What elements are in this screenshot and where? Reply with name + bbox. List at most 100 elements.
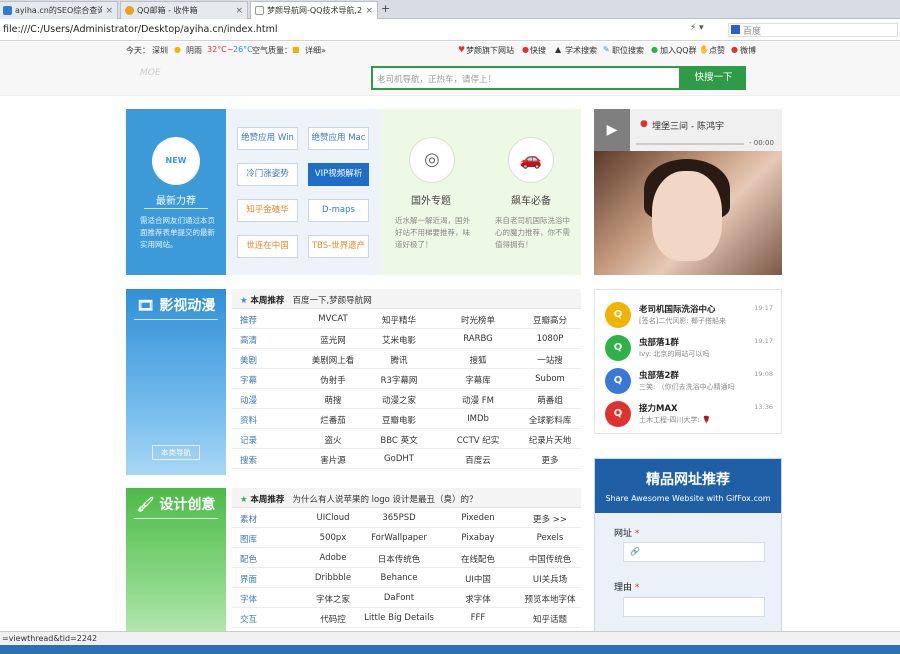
- city[interactable]: 深圳: [152, 45, 168, 56]
- design-link[interactable]: Dribbble: [304, 573, 362, 583]
- design-category[interactable]: 界面: [240, 573, 257, 585]
- design-link[interactable]: FFF: [448, 613, 508, 623]
- movie-link[interactable]: MVCAT: [304, 314, 362, 324]
- design-link[interactable]: Pixabay: [448, 533, 508, 543]
- btn-trivia[interactable]: 冷门涨姿势: [237, 163, 298, 186]
- btn-world-china[interactable]: 世连在中国: [237, 235, 298, 258]
- design-link[interactable]: 365PSD: [364, 513, 434, 523]
- movie-link[interactable]: IMDb: [448, 414, 508, 424]
- site-logo[interactable]: MOE: [140, 68, 196, 92]
- link-qqgroup[interactable]: 加入QQ群: [660, 45, 697, 56]
- btn-win-apps[interactable]: 绝赞应用 Win: [237, 127, 298, 150]
- movie-link[interactable]: 更多: [522, 454, 578, 466]
- tab-mengyan[interactable]: 梦颜导航网-QQ技术导航,2 ×: [250, 1, 378, 19]
- close-icon[interactable]: ×: [235, 6, 243, 16]
- btn-tbs-heritage[interactable]: TBS-世界遗产: [308, 235, 369, 258]
- movie-link[interactable]: 一站搜: [522, 354, 578, 366]
- design-link[interactable]: 500px: [304, 533, 362, 543]
- design-category[interactable]: 交互: [240, 613, 257, 625]
- movie-link[interactable]: 艾米电影: [364, 334, 434, 346]
- design-link[interactable]: UI中国: [448, 573, 508, 585]
- car-title[interactable]: 飙车必备: [481, 192, 581, 207]
- browser-search-input[interactable]: 百度: [728, 23, 898, 37]
- movie-link[interactable]: CCTV 纪实: [448, 434, 508, 446]
- design-link[interactable]: 更多 >>: [522, 513, 578, 525]
- design-link[interactable]: 知乎话题: [522, 613, 578, 625]
- movie-category[interactable]: 资料: [240, 414, 257, 426]
- movie-link[interactable]: 盗火: [304, 434, 362, 446]
- design-link[interactable]: UICloud: [304, 513, 362, 523]
- link-like[interactable]: 点赞: [709, 45, 725, 56]
- movie-link[interactable]: 字幕库: [448, 374, 508, 386]
- movie-link[interactable]: 美剧网上看: [304, 354, 362, 366]
- globe-icon[interactable]: ◎: [409, 137, 455, 183]
- design-category[interactable]: 素材: [240, 513, 257, 525]
- design-link[interactable]: 代码控: [304, 613, 362, 625]
- movie-link[interactable]: GoDHT: [364, 454, 434, 464]
- air-detail-link[interactable]: 详细»: [305, 45, 326, 56]
- btn-zhihu[interactable]: 知乎金碴华: [237, 199, 298, 222]
- movie-link[interactable]: RARBG: [448, 334, 508, 344]
- movie-nav-link[interactable]: 本类导航: [152, 445, 200, 460]
- movie-link[interactable]: 腾讯: [364, 354, 434, 366]
- design-link[interactable]: 中国传统色: [522, 553, 578, 565]
- movie-link[interactable]: 萌搜: [304, 394, 362, 406]
- design-link[interactable]: 预览本地字体: [522, 593, 578, 605]
- movie-category[interactable]: 美剧: [240, 354, 257, 366]
- weekly-link[interactable]: 百度一下,梦颜导航网: [292, 296, 371, 306]
- movie-link[interactable]: 萌番组: [522, 394, 578, 406]
- design-link[interactable]: 在线配色: [448, 553, 508, 565]
- movie-category[interactable]: 字幕: [240, 374, 257, 386]
- play-icon[interactable]: ▶: [594, 109, 630, 151]
- chat-item[interactable]: Q 接力MAX 土木工程-四川大学: 🌹 13:36: [605, 399, 773, 429]
- movie-category[interactable]: 记录: [240, 434, 257, 446]
- movie-link[interactable]: 动漫 FM: [448, 394, 508, 406]
- design-link[interactable]: Pexels: [522, 533, 578, 543]
- design-link[interactable]: Little Big Details: [364, 613, 434, 623]
- movie-link[interactable]: 纪录片天地: [522, 434, 578, 446]
- movie-link[interactable]: 害片源: [304, 454, 362, 466]
- movie-link[interactable]: 豆瓣电影: [364, 414, 434, 426]
- movie-category[interactable]: 动漫: [240, 394, 257, 406]
- movie-link[interactable]: 1080P: [522, 334, 578, 344]
- link-weibo[interactable]: 微博: [740, 45, 756, 56]
- chat-item[interactable]: Q 虫部落1群 Ivy: 北京的网站可以吗 19:17: [605, 333, 773, 363]
- design-link[interactable]: 字体之家: [304, 593, 362, 605]
- link-quicksearch[interactable]: 快搜: [530, 45, 546, 56]
- site-search-input[interactable]: 老司机导航，正热车，请停上！: [371, 66, 681, 90]
- movie-link[interactable]: 全球影料库: [522, 414, 578, 426]
- movie-link[interactable]: 动漫之家: [364, 394, 434, 406]
- design-link[interactable]: 求字体: [448, 593, 508, 605]
- design-category[interactable]: 配色: [240, 553, 257, 565]
- link-jobs[interactable]: 职位搜索: [612, 45, 644, 56]
- design-category[interactable]: 字体: [240, 593, 257, 605]
- movie-category[interactable]: 推荐: [240, 314, 257, 326]
- tab-qqmail[interactable]: QQ邮箱 - 收件箱 ×: [120, 1, 248, 19]
- design-link[interactable]: Adobe: [304, 553, 362, 563]
- weekly-link[interactable]: 为什么有人说苹果的 logo 设计是最丑（臭）的？: [292, 495, 477, 505]
- design-category[interactable]: 图库: [240, 533, 257, 545]
- progress-bar[interactable]: [636, 143, 744, 145]
- car-icon[interactable]: 🚗: [508, 137, 554, 183]
- movie-link[interactable]: Subom: [522, 374, 578, 384]
- url-input[interactable]: 🔗: [623, 542, 765, 562]
- movie-link[interactable]: 时光榜单: [448, 314, 508, 326]
- link-sites[interactable]: 梦颜旗下网站: [466, 45, 514, 56]
- btn-mac-apps[interactable]: 绝赞应用 Mac: [308, 127, 369, 150]
- movie-category[interactable]: 搜索: [240, 454, 257, 466]
- site-search-button[interactable]: 快搜一下: [681, 66, 746, 90]
- movie-link[interactable]: 豆瓣高分: [522, 314, 578, 326]
- btn-dmaps[interactable]: D-maps: [308, 199, 369, 222]
- new-tab-button[interactable]: +: [381, 2, 390, 15]
- link-academic[interactable]: 学术搜索: [565, 45, 597, 56]
- chat-item[interactable]: Q 老司机国际洗浴中心 [签名]二代风影: 椰子搭船来 19:17: [605, 300, 773, 330]
- movie-link[interactable]: BBC 英文: [364, 434, 434, 446]
- movie-link[interactable]: R3字幕网: [364, 374, 434, 386]
- lightning-icon[interactable]: ⚡ ▾: [690, 23, 704, 33]
- reason-input[interactable]: [623, 597, 765, 617]
- close-icon[interactable]: ×: [365, 6, 373, 16]
- movie-link[interactable]: 烂番茄: [304, 414, 362, 426]
- url-input[interactable]: file:///C:/Users/Administrator/Desktop/a…: [3, 24, 278, 35]
- movie-category[interactable]: 高清: [240, 334, 257, 346]
- design-link[interactable]: UI关兵场: [522, 573, 578, 585]
